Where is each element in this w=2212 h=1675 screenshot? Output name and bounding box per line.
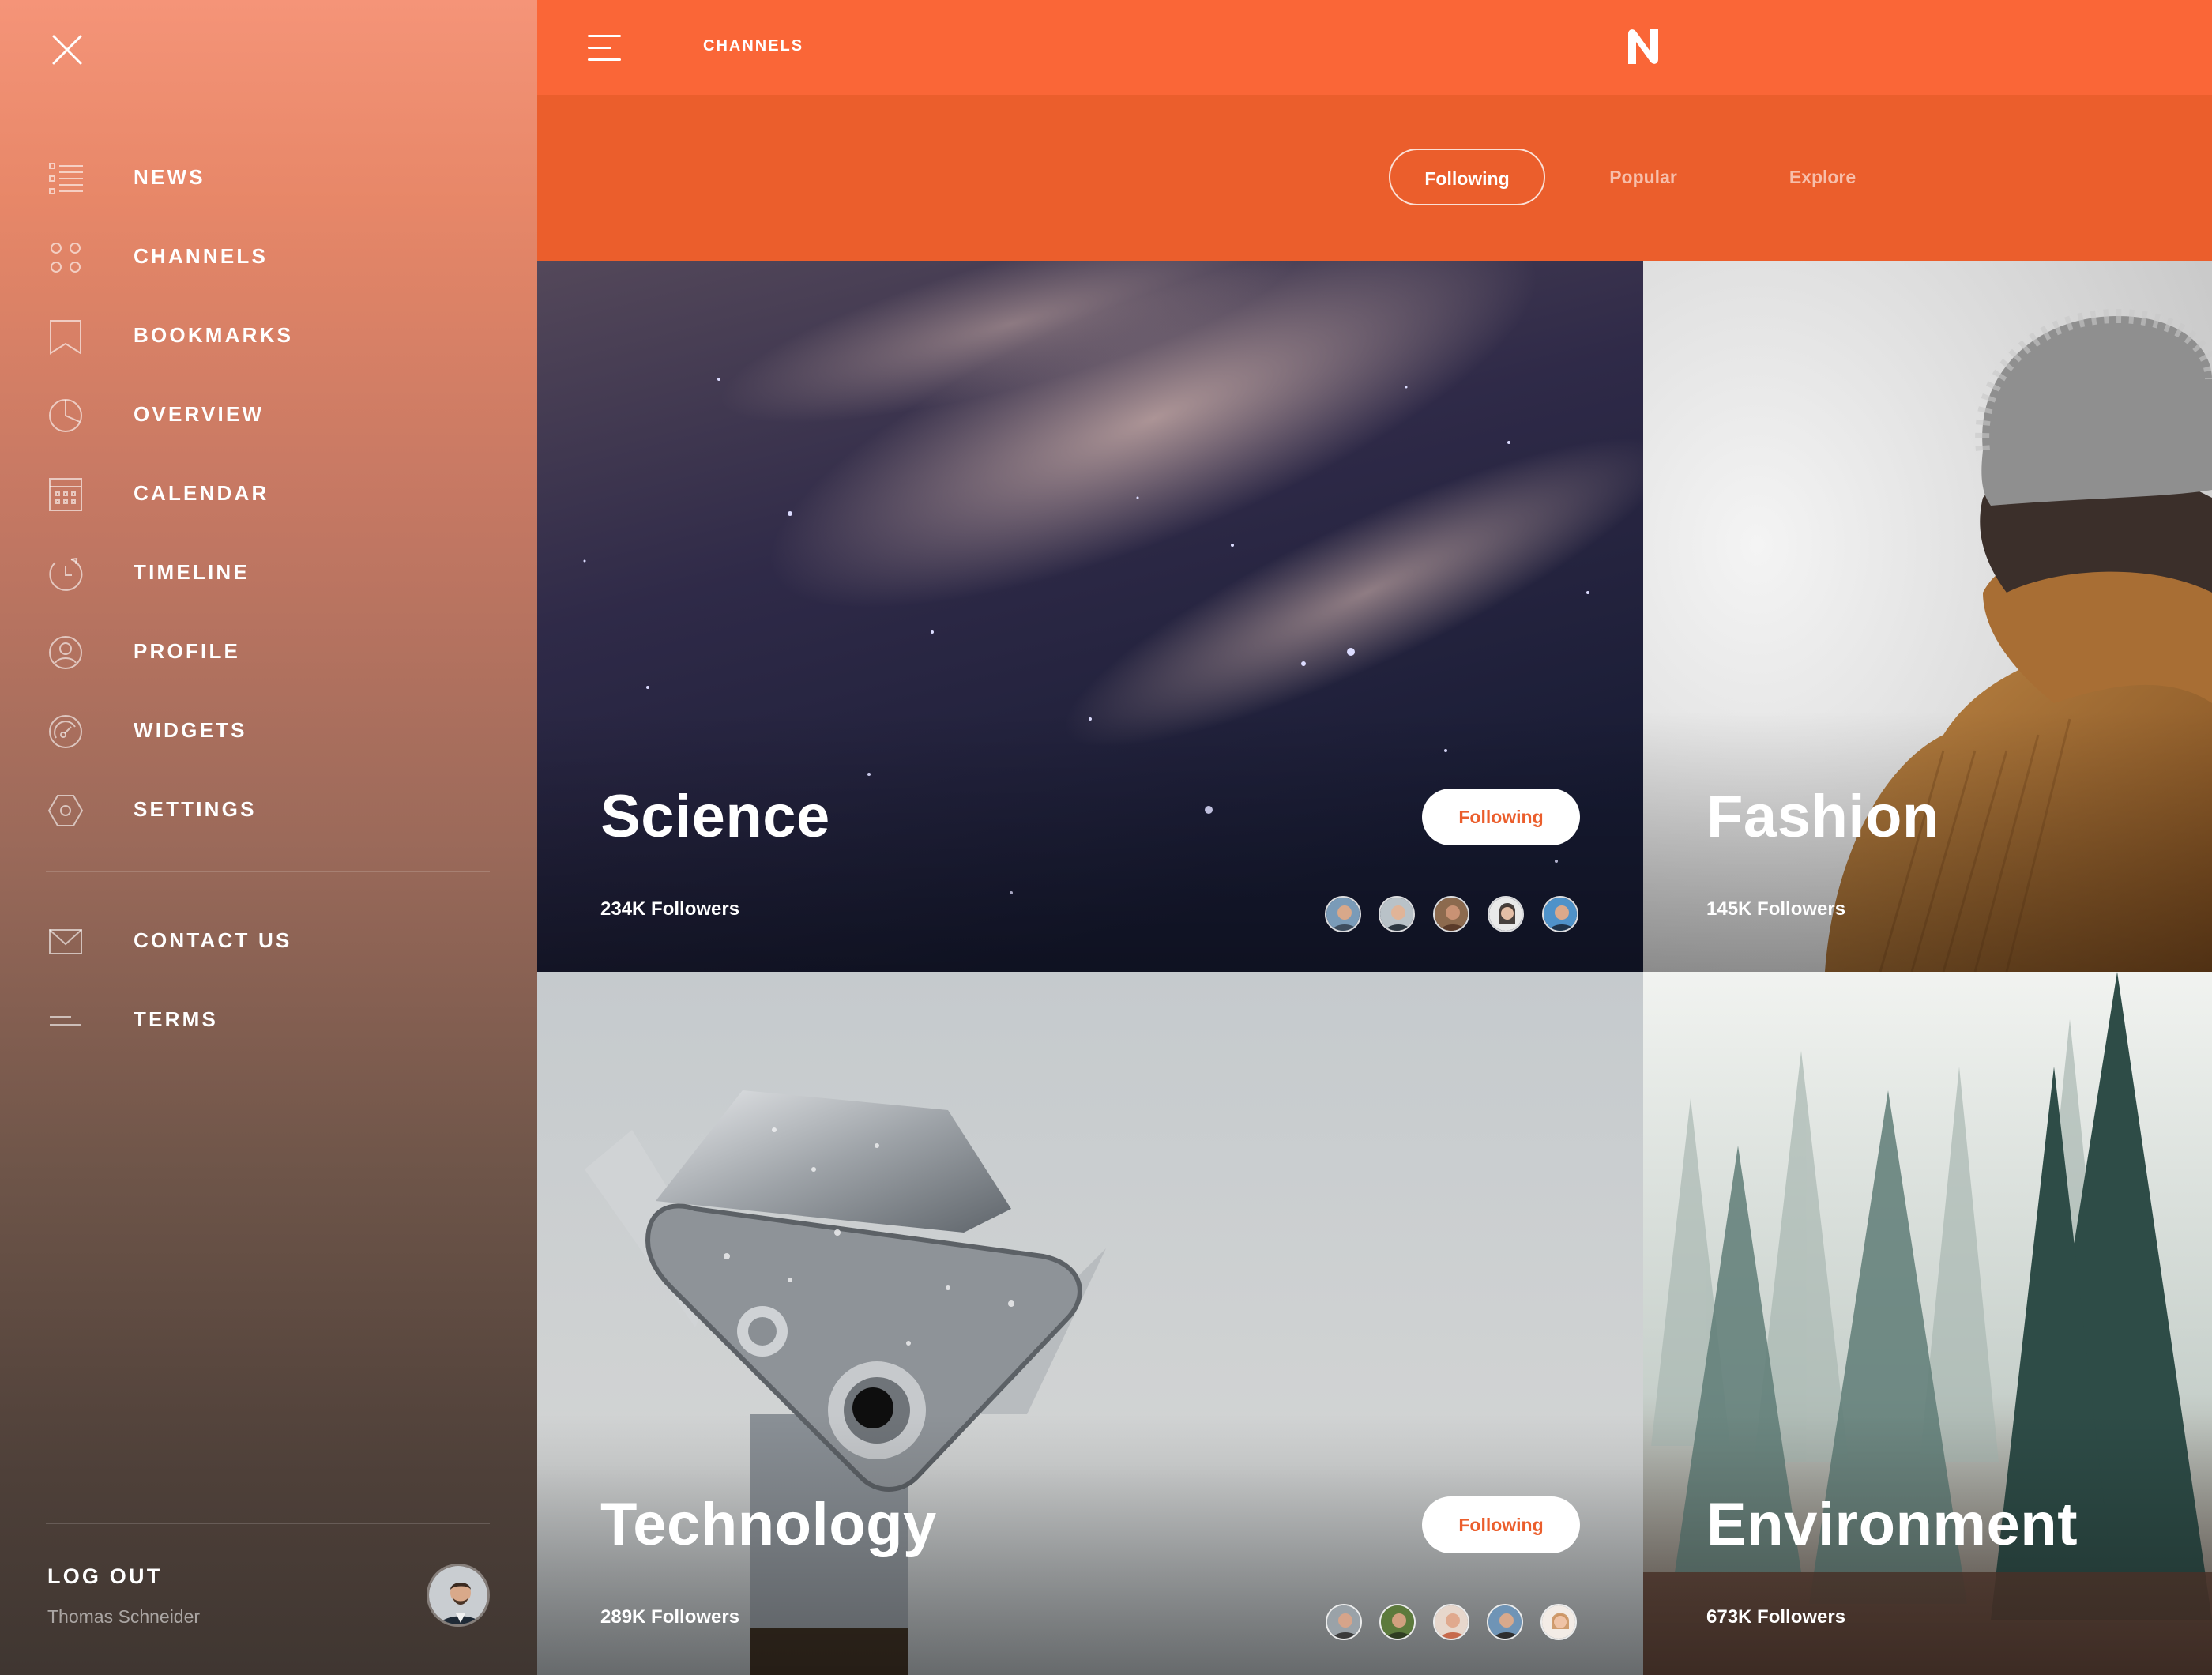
avatar[interactable] (427, 1564, 490, 1627)
list-icon (49, 163, 83, 194)
follower-avatars (1325, 896, 1593, 932)
sidebar-item-profile[interactable]: PROFILE (0, 620, 537, 683)
channel-title: Science (600, 783, 830, 850)
avatar[interactable] (1542, 896, 1578, 932)
tab-explore[interactable]: Explore (1775, 149, 1870, 205)
sidebar-item-news[interactable]: NEWS (0, 146, 537, 209)
sidebar-item-label: CHANNELS (134, 244, 269, 268)
bookmark-icon (50, 320, 81, 355)
avatar[interactable] (1433, 896, 1469, 932)
close-icon[interactable] (49, 32, 85, 68)
sidebar-item-channels[interactable]: CHANNELS (0, 225, 537, 288)
sidebar-item-overview[interactable]: OVERVIEW (0, 383, 537, 446)
tabs-bar: Following Popular Explore (537, 95, 2212, 261)
channel-grid: Science 234K Followers Following Fashion… (537, 261, 2212, 1675)
main-content: CHANNELS Following Popular Explore Scien… (537, 0, 2212, 1675)
tab-following[interactable]: Following (1389, 149, 1545, 205)
following-button[interactable]: Following (1422, 789, 1580, 845)
channel-card-fashion[interactable]: Fashion 145K Followers (1643, 261, 2212, 972)
avatar[interactable] (1487, 1604, 1523, 1640)
top-bar: CHANNELS (537, 0, 2212, 95)
sidebar: NEWS CHANNELS BOOKMARKS OVERVIEW CALENDA… (0, 0, 537, 1675)
calendar-icon (49, 478, 82, 511)
avatar[interactable] (1540, 1604, 1577, 1640)
avatar[interactable] (1325, 896, 1361, 932)
followers-count: 289K Followers (600, 1606, 740, 1628)
pie-chart-icon (49, 399, 82, 432)
sidebar-item-widgets[interactable]: WIDGETS (0, 699, 537, 762)
menu-icon[interactable] (588, 32, 623, 65)
channel-title: Environment (1706, 1491, 2078, 1558)
sidebar-item-terms[interactable]: TERMS (0, 988, 537, 1052)
sidebar-item-label: TERMS (134, 1007, 218, 1031)
sidebar-item-label: BOOKMARKS (134, 323, 294, 347)
sidebar-item-label: PROFILE (134, 639, 241, 663)
user-circle-icon (49, 636, 82, 669)
sidebar-item-label: OVERVIEW (134, 402, 265, 426)
hexagon-settings-icon (47, 795, 84, 826)
avatar[interactable] (1326, 1604, 1362, 1640)
followers-count: 145K Followers (1706, 898, 1846, 920)
tab-popular[interactable]: Popular (1596, 149, 1691, 205)
sidebar-item-settings[interactable]: SETTINGS (0, 778, 537, 841)
lines-icon (50, 1016, 81, 1026)
avatar[interactable] (1379, 896, 1415, 932)
logo-icon[interactable] (1623, 26, 1663, 67)
mail-icon (49, 929, 82, 954)
followers-count: 234K Followers (600, 898, 740, 920)
sidebar-item-label: NEWS (134, 165, 205, 189)
history-icon (49, 557, 83, 591)
sidebar-item-contact[interactable]: CONTACT US (0, 909, 537, 973)
sidebar-item-label: WIDGETS (134, 718, 247, 742)
grid-dots-icon (51, 243, 81, 273)
avatar[interactable] (1379, 1604, 1416, 1640)
page-title: CHANNELS (703, 37, 804, 55)
sidebar-item-label: SETTINGS (134, 797, 257, 821)
sidebar-divider (46, 871, 490, 872)
followers-count: 673K Followers (1706, 1606, 1846, 1628)
channel-card-technology[interactable]: Technology 289K Followers Following (537, 972, 1643, 1675)
sidebar-item-timeline[interactable]: TIMELINE (0, 541, 537, 604)
sidebar-item-calendar[interactable]: CALENDAR (0, 462, 537, 525)
channel-card-environment[interactable]: Environment 673K Followers (1643, 972, 2212, 1675)
logout-button[interactable]: LOG OUT (47, 1564, 162, 1589)
channel-title: Fashion (1706, 783, 1939, 850)
sidebar-item-label: CALENDAR (134, 481, 269, 505)
channel-title: Technology (600, 1491, 937, 1558)
user-name: Thomas Schneider (47, 1606, 201, 1627)
gauge-icon (49, 715, 82, 748)
avatar[interactable] (1488, 896, 1524, 932)
sidebar-divider (46, 1523, 490, 1524)
sidebar-item-label: CONTACT US (134, 928, 292, 952)
follower-avatars (1326, 1604, 1594, 1640)
following-button[interactable]: Following (1422, 1496, 1580, 1553)
sidebar-item-label: TIMELINE (134, 560, 250, 584)
avatar[interactable] (1433, 1604, 1469, 1640)
sidebar-item-bookmarks[interactable]: BOOKMARKS (0, 304, 537, 367)
channel-card-science[interactable]: Science 234K Followers Following (537, 261, 1643, 972)
